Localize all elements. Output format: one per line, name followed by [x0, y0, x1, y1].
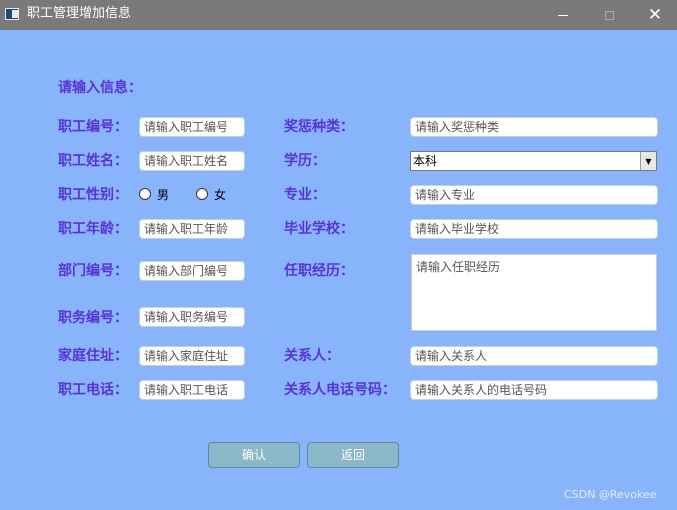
form-prompt: 请输入信息： [58, 80, 142, 96]
phone-label: 职工电话： [58, 382, 128, 398]
major-label: 专业： [284, 187, 326, 203]
minimize-icon [558, 14, 568, 16]
reward-input[interactable] [410, 117, 658, 137]
major-input[interactable] [410, 185, 658, 205]
name-input[interactable] [139, 151, 245, 171]
education-selected-value: 本科 [413, 154, 438, 168]
minimize-button[interactable] [541, 0, 585, 30]
watermark: CSDN @Revokee [564, 488, 657, 501]
dept-no-label: 部门编号： [58, 263, 128, 279]
reward-label: 奖惩种类： [284, 119, 354, 135]
back-button[interactable]: 返回 [307, 442, 399, 468]
age-label: 职工年龄： [58, 221, 128, 237]
name-label: 职工姓名： [58, 153, 128, 169]
gender-female-radio[interactable] [196, 188, 208, 200]
experience-label: 任职经历： [284, 263, 354, 279]
school-label: 毕业学校： [284, 221, 354, 237]
maximize-button[interactable] [587, 0, 631, 30]
gender-female-label: 女 [214, 188, 227, 202]
gender-label: 职工性别： [58, 187, 128, 203]
address-label: 家庭住址： [58, 348, 128, 364]
phone-input[interactable] [139, 380, 245, 400]
close-button[interactable]: ✕ [633, 0, 677, 30]
app-icon [5, 8, 19, 20]
contact-phone-input[interactable] [410, 380, 658, 400]
gender-male-radio[interactable] [139, 188, 151, 200]
experience-textarea[interactable] [411, 254, 657, 331]
contact-label: 关系人： [284, 348, 340, 364]
emp-no-label: 职工编号： [58, 119, 128, 135]
education-label: 学历： [284, 153, 326, 169]
contact-phone-label: 关系人电话号码： [284, 382, 396, 398]
contact-input[interactable] [410, 346, 658, 366]
age-input[interactable] [139, 219, 245, 239]
emp-no-input[interactable] [139, 117, 245, 137]
education-select[interactable]: 本科 ▼ [410, 151, 657, 171]
address-input[interactable] [139, 346, 245, 366]
title-bar: 职工管理增加信息 ✕ [0, 0, 677, 30]
school-input[interactable] [410, 219, 658, 239]
job-no-label: 职务编号： [58, 310, 128, 326]
close-icon: ✕ [647, 5, 663, 25]
maximize-icon [604, 10, 614, 20]
gender-male-label: 男 [157, 188, 170, 202]
confirm-button[interactable]: 确认 [208, 442, 300, 468]
job-no-input[interactable] [139, 307, 245, 327]
window-title: 职工管理增加信息 [27, 6, 132, 21]
dept-no-input[interactable] [139, 261, 245, 281]
chevron-down-icon[interactable]: ▼ [640, 152, 656, 170]
